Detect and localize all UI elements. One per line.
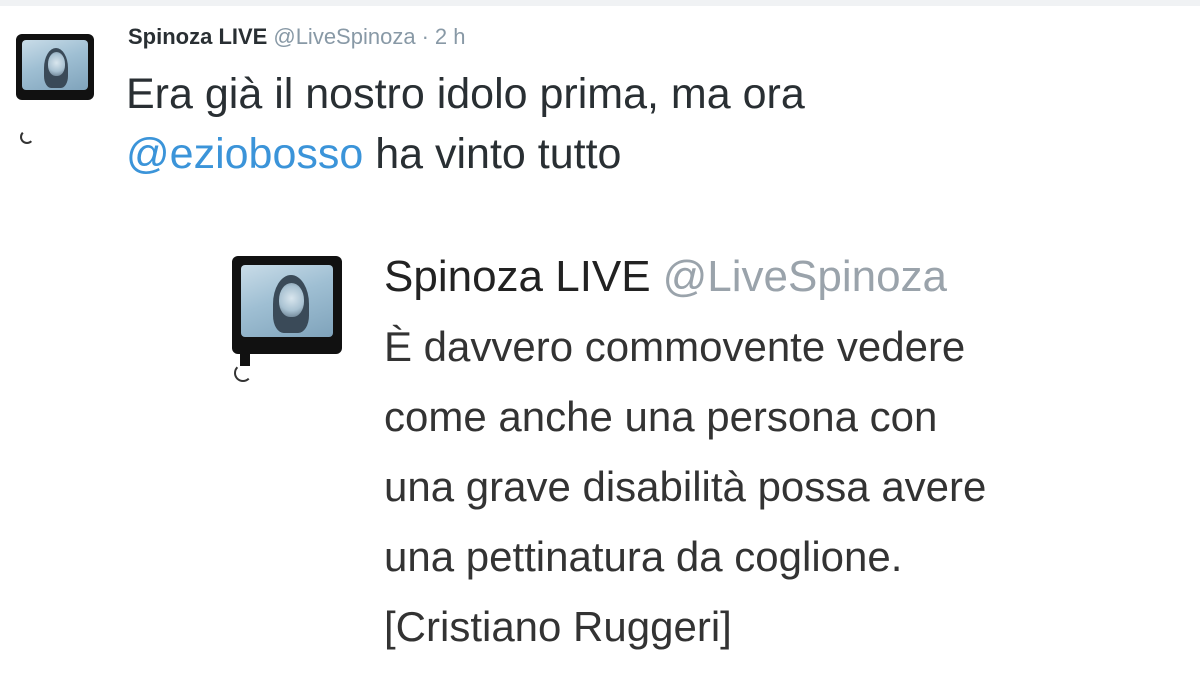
tweet-text-end: ha vinto tutto	[363, 130, 622, 178]
quoted-text: È davvero commovente vedere come anche u…	[384, 323, 987, 650]
header-separator: ·	[421, 24, 429, 49]
avatar-face	[48, 52, 65, 76]
quoted-header: Spinoza LIVE @LiveSpinoza	[384, 248, 947, 306]
quoted-avatar-icon[interactable]	[232, 256, 342, 382]
tweet: Spinoza LIVE @LiveSpinoza · 2 h Era già il …	[0, 0, 1200, 696]
quoted-author-handle[interactable]: @LiveSpinoza	[663, 252, 947, 301]
avatar-cord	[20, 130, 34, 144]
tweet-text-main: Era già il nostro idolo prima, ma ora	[126, 70, 805, 118]
quoted-author-name[interactable]: Spinoza LIVE	[384, 252, 651, 301]
author-avatar-icon[interactable]	[16, 34, 94, 144]
quoted-avatar-face	[279, 283, 304, 317]
quoted-avatar-cord	[234, 364, 252, 382]
tweet-timestamp[interactable]: 2 h	[435, 24, 466, 49]
author-handle[interactable]: @LiveSpinoza	[273, 24, 415, 49]
quoted-avatar-screen	[241, 265, 333, 337]
tweet-header: Spinoza LIVE @LiveSpinoza · 2 h	[128, 23, 465, 51]
tweet-text: Era già il nostro idolo prima, ma ora @e…	[126, 64, 1166, 184]
avatar-screen	[22, 40, 88, 90]
mention-link[interactable]: @eziobosso	[126, 130, 363, 178]
author-name[interactable]: Spinoza LIVE	[128, 24, 267, 49]
quoted-tweet[interactable]: Spinoza LIVE @LiveSpinoza È davvero commo…	[196, 236, 1016, 696]
